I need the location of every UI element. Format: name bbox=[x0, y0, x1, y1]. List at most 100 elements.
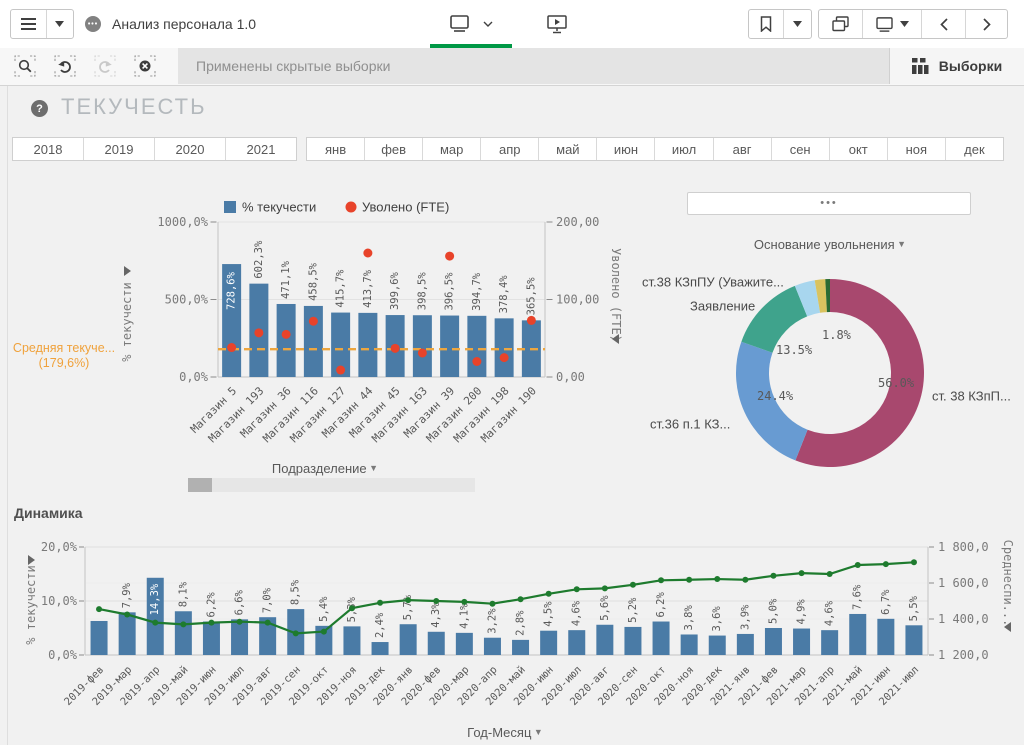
bar[interactable] bbox=[231, 619, 248, 655]
line-point[interactable] bbox=[742, 577, 748, 583]
presentation-mode-button[interactable] bbox=[544, 12, 570, 36]
line-point[interactable] bbox=[518, 596, 524, 602]
line-point[interactable] bbox=[377, 600, 383, 606]
line-point[interactable] bbox=[152, 620, 158, 626]
bookmark-caret-button[interactable] bbox=[783, 10, 810, 38]
line-point[interactable] bbox=[489, 601, 495, 607]
bar[interactable] bbox=[400, 624, 417, 655]
bar[interactable] bbox=[737, 634, 754, 655]
sheet-list-button[interactable] bbox=[862, 10, 921, 38]
sheet-selector[interactable] bbox=[430, 0, 512, 47]
bar[interactable] bbox=[793, 629, 810, 655]
bar[interactable] bbox=[372, 642, 389, 655]
year-filter-option[interactable]: 2019 bbox=[83, 138, 154, 160]
scatter-dot[interactable] bbox=[418, 348, 427, 357]
axis-range-arrow-icon[interactable] bbox=[124, 266, 131, 276]
scatter-dot[interactable] bbox=[363, 249, 372, 258]
bar[interactable] bbox=[905, 625, 922, 655]
month-filter-option[interactable]: фев bbox=[364, 138, 422, 160]
line-point[interactable] bbox=[293, 630, 299, 636]
bookmark-button[interactable] bbox=[749, 10, 783, 38]
bar[interactable] bbox=[495, 318, 514, 377]
help-icon[interactable]: ? bbox=[31, 100, 48, 117]
clear-selections-button[interactable] bbox=[132, 53, 158, 79]
line-point[interactable] bbox=[686, 577, 692, 583]
bar[interactable] bbox=[440, 316, 459, 377]
line-point[interactable] bbox=[602, 585, 608, 591]
line-point[interactable] bbox=[124, 612, 130, 618]
line-point[interactable] bbox=[658, 577, 664, 583]
bar[interactable] bbox=[175, 611, 192, 655]
hamburger-menu-button[interactable] bbox=[11, 10, 46, 38]
line-point[interactable] bbox=[827, 571, 833, 577]
line-point[interactable] bbox=[770, 573, 776, 579]
month-filter-option[interactable]: май bbox=[538, 138, 596, 160]
month-filter-option[interactable]: мар bbox=[422, 138, 480, 160]
line-point[interactable] bbox=[574, 586, 580, 592]
year-filter-option[interactable]: 2021 bbox=[225, 138, 296, 160]
line-point[interactable] bbox=[630, 582, 636, 588]
selections-panel-button[interactable]: Выборки bbox=[889, 48, 1024, 84]
bar[interactable] bbox=[413, 315, 432, 377]
month-filter-option[interactable]: окт bbox=[829, 138, 887, 160]
bar[interactable] bbox=[277, 304, 296, 377]
month-filter-option[interactable]: июл bbox=[654, 138, 712, 160]
bar[interactable] bbox=[596, 625, 613, 655]
scatter-dot[interactable] bbox=[282, 330, 291, 339]
bar[interactable] bbox=[849, 614, 866, 655]
month-filter-option[interactable]: июн bbox=[596, 138, 654, 160]
line-point[interactable] bbox=[433, 598, 439, 604]
more-options-button[interactable]: ••• bbox=[687, 192, 971, 215]
bar[interactable] bbox=[467, 316, 486, 377]
line-point[interactable] bbox=[546, 591, 552, 597]
bar[interactable] bbox=[304, 306, 323, 377]
bar[interactable] bbox=[540, 631, 557, 655]
x-axis-title[interactable]: Год-Месяц ▼ bbox=[467, 725, 543, 740]
bar[interactable] bbox=[765, 628, 782, 655]
bar[interactable] bbox=[821, 630, 838, 655]
year-filter-option[interactable]: 2018 bbox=[13, 138, 83, 160]
scrollbar-track[interactable] bbox=[188, 478, 475, 492]
bar[interactable] bbox=[709, 636, 726, 655]
bar[interactable] bbox=[91, 621, 108, 655]
scatter-dot[interactable] bbox=[254, 328, 263, 337]
scatter-dot[interactable] bbox=[527, 316, 536, 325]
line-point[interactable] bbox=[349, 605, 355, 611]
scatter-dot[interactable] bbox=[472, 357, 481, 366]
bar[interactable] bbox=[484, 638, 501, 655]
bar[interactable] bbox=[456, 633, 473, 655]
trend-line[interactable] bbox=[99, 562, 914, 633]
line-point[interactable] bbox=[405, 597, 411, 603]
bar[interactable] bbox=[119, 612, 136, 655]
scatter-dot[interactable] bbox=[309, 317, 318, 326]
scatter-dot[interactable] bbox=[227, 343, 236, 352]
turnover-combo-chart[interactable]: % текучестиУволено (FTE)1000,0%500,0%0,0… bbox=[0, 180, 665, 510]
line-point[interactable] bbox=[799, 570, 805, 576]
axis-range-arrow-icon[interactable] bbox=[28, 555, 35, 565]
line-point[interactable] bbox=[883, 561, 889, 567]
bar[interactable] bbox=[343, 626, 360, 655]
line-point[interactable] bbox=[714, 576, 720, 582]
bar[interactable] bbox=[512, 640, 529, 655]
bar[interactable] bbox=[681, 634, 698, 655]
bar[interactable] bbox=[624, 627, 641, 655]
line-point[interactable] bbox=[180, 621, 186, 627]
donut-dimension-title[interactable]: Основание увольнения ▼ bbox=[754, 237, 906, 252]
month-filter-option[interactable]: авг bbox=[713, 138, 771, 160]
undo-selection-button[interactable] bbox=[52, 53, 78, 79]
month-filter-option[interactable]: янв bbox=[307, 138, 364, 160]
month-filter-option[interactable]: ноя bbox=[887, 138, 945, 160]
year-filter-option[interactable]: 2020 bbox=[154, 138, 225, 160]
bar[interactable] bbox=[428, 632, 445, 655]
scrollbar-thumb[interactable] bbox=[188, 478, 212, 492]
dynamics-combo-chart[interactable]: 20,0%10,0%0,0%1 800,01 600,01 400,01 200… bbox=[0, 535, 1024, 745]
x-axis-title[interactable]: Подразделение ▼ bbox=[272, 461, 378, 476]
redo-selection-button[interactable] bbox=[92, 53, 118, 79]
next-sheet-button[interactable] bbox=[965, 10, 1007, 38]
scatter-dot[interactable] bbox=[445, 252, 454, 261]
month-filter-option[interactable]: дек bbox=[945, 138, 1003, 160]
scatter-dot[interactable] bbox=[500, 353, 509, 362]
line-point[interactable] bbox=[855, 562, 861, 568]
sheet-overview-button[interactable] bbox=[819, 10, 862, 38]
bar[interactable] bbox=[358, 313, 377, 377]
